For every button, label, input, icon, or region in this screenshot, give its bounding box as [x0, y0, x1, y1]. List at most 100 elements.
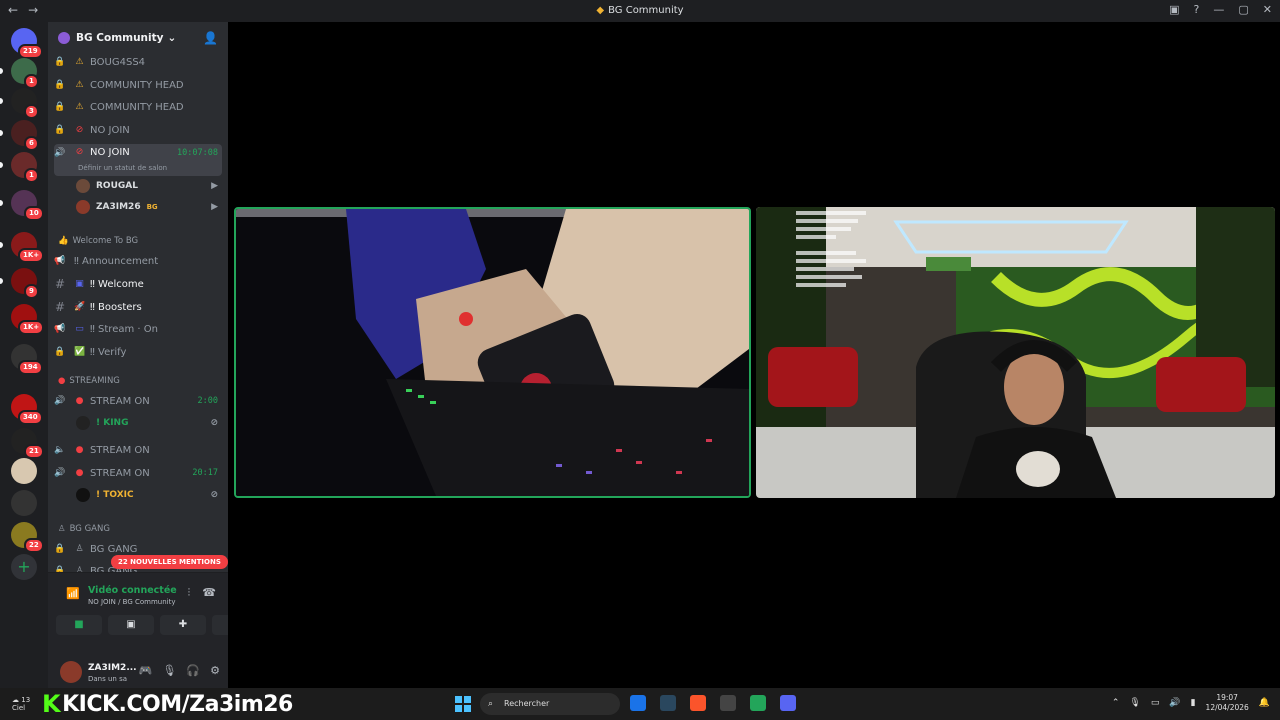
voice-location[interactable]: NO JOIN / BG Community: [88, 598, 176, 606]
signal-icon[interactable]: 📶: [66, 587, 80, 600]
chevron-down-icon: ⌄: [167, 32, 177, 44]
channel-welcome[interactable]: # ▣ ‼ Welcome: [54, 274, 222, 294]
volume-icon[interactable]: 🔊: [1169, 698, 1180, 708]
channel-status-prompt[interactable]: Définir un statut de salon: [78, 164, 167, 172]
warning-icon: ⚠: [75, 56, 84, 67]
help-icon[interactable]: ?: [1194, 3, 1200, 16]
channel-boug4ss4[interactable]: 🔒 ⚠ BOUG4SS4: [54, 52, 222, 72]
unread-badge: 21: [24, 444, 44, 459]
notification-icon[interactable]: 🔔: [1259, 698, 1270, 708]
user-name[interactable]: ZA3IM2...: [88, 663, 137, 673]
user-status: Dans un sa: [88, 675, 128, 683]
channel-stream-on-3[interactable]: 🔊 ● STREAM ON 20:17: [54, 463, 222, 483]
channel-boosters[interactable]: # 🚀 ‼ Boosters: [54, 297, 222, 317]
disconnect-icon[interactable]: ☎: [202, 586, 216, 600]
user-name: ROUGAL: [96, 181, 138, 191]
gamepad-icon[interactable]: 🎮: [139, 664, 153, 677]
voice-user[interactable]: ! KING ⊘: [76, 413, 222, 433]
channel-announcement[interactable]: 📢 ‼ Announcement: [54, 251, 222, 271]
soundboard-button[interactable]: ✦: [212, 615, 228, 635]
microphone-icon[interactable]: 🎙: [162, 664, 176, 677]
unread-badge: 1K+: [18, 248, 45, 263]
weather-temp: 13: [21, 696, 31, 704]
headphones-icon[interactable]: 🎧: [186, 664, 200, 677]
pinned-apps: [630, 695, 796, 711]
category-streaming[interactable]: ● STREAMING: [58, 376, 120, 386]
xbox-icon[interactable]: [750, 695, 766, 711]
channel-stream-on-1[interactable]: 🔊 ● STREAM ON 2:00: [54, 391, 222, 411]
category-welcome[interactable]: 👍 Welcome To BG: [58, 236, 138, 246]
unread-badge: 6: [24, 136, 39, 151]
user-name: ZA3IM26: [96, 202, 141, 212]
channel-label: ‼ Stream · On: [90, 323, 158, 335]
category-label: Welcome To BG: [72, 236, 139, 246]
channel-label: STREAM ON: [90, 467, 150, 479]
category-label: BG GANG: [69, 524, 110, 534]
channel-no-join[interactable]: 🔒 ⊘ NO JOIN: [54, 120, 222, 140]
edge-icon[interactable]: [630, 695, 646, 711]
channel-no-join-active[interactable]: 🔊 ⊘ NO JOIN 10:07:08 Définir un statut d…: [54, 144, 222, 176]
voice-status[interactable]: Vidéo connectée: [88, 585, 177, 596]
channel-label: COMMUNITY HEAD: [90, 101, 184, 113]
avatar[interactable]: [60, 661, 82, 683]
voice-timer: 10:07:08: [177, 148, 218, 158]
microphone-icon[interactable]: 🎙: [1129, 698, 1140, 708]
add-server-button[interactable]: +: [11, 554, 37, 580]
weather-widget[interactable]: ☁ 13 Ciel: [12, 696, 30, 712]
camera-icon: ▶: [211, 202, 218, 212]
camera-button[interactable]: ■: [56, 615, 102, 635]
channel-community-head[interactable]: 🔒 ⚠ COMMUNITY HEAD: [54, 75, 222, 95]
server-icon-server-13[interactable]: [11, 490, 37, 516]
close-button[interactable]: ✕: [1263, 3, 1272, 16]
channel-community-head[interactable]: 🔒 ⚠ COMMUNITY HEAD: [54, 97, 222, 117]
voice-user[interactable]: ZA3IM26 BG ▶: [76, 197, 222, 217]
invite-icon[interactable]: 👤: [203, 31, 218, 45]
camera-icon: ▶: [211, 181, 218, 191]
channel-stream-on[interactable]: 📢 ▭ ‼ Stream · On: [54, 319, 222, 339]
red-circle-icon: ●: [75, 444, 84, 455]
inbox-icon[interactable]: ▣: [1169, 3, 1179, 16]
guild-header[interactable]: BG Community ⌄ 👤: [48, 22, 228, 54]
screen-share-button[interactable]: ▣: [108, 615, 154, 635]
discord-icon[interactable]: [780, 695, 796, 711]
gear-icon[interactable]: ⚙: [210, 664, 220, 677]
figure-icon: ♙: [58, 524, 66, 534]
window-title: BG Community: [608, 5, 684, 16]
steam-icon[interactable]: [660, 695, 676, 711]
new-mentions-pill[interactable]: 22 NOUVELLES MENTIONS: [111, 555, 228, 569]
channel-sidebar: BG Community ⌄ 👤 🔒 ⚠ BOUG4SS4 🔒 ⚠ COMMUNITY …: [48, 22, 228, 688]
channel-verify[interactable]: 🔒 ✅ ‼ Verify: [54, 342, 222, 362]
muted-icon: ⊘: [210, 490, 218, 500]
hash-icon: #: [54, 277, 66, 291]
clock[interactable]: 19:07 12/04/2026: [1206, 693, 1249, 713]
soundboard-icon[interactable]: ⫶: [188, 586, 191, 600]
battery-icon[interactable]: ▮: [1191, 698, 1196, 708]
server-icon: ◆: [596, 5, 605, 16]
minimize-button[interactable]: —: [1213, 3, 1224, 16]
user-panel: ZA3IM2... Dans un sa 🎮 🎙 🎧 ⚙: [48, 654, 228, 688]
activities-button[interactable]: ✚: [160, 615, 206, 635]
category-bg-gang[interactable]: ♙ BG GANG: [58, 524, 110, 534]
channel-label: ‼ Boosters: [90, 301, 142, 313]
channel-stream-on-2[interactable]: 🔈 ● STREAM ON: [54, 440, 222, 460]
server-icon-server-12[interactable]: [11, 458, 37, 484]
chevron-up-icon[interactable]: ⌃: [1112, 698, 1120, 708]
video-tile-camera[interactable]: [234, 207, 751, 498]
windows-start-icon[interactable]: [455, 696, 471, 712]
maximize-button[interactable]: ▢: [1238, 3, 1248, 16]
chatgpt-icon[interactable]: [720, 695, 736, 711]
unread-badge: 194: [18, 360, 43, 375]
speaker-icon: 🔊: [54, 148, 66, 158]
video-tile-stream[interactable]: [756, 207, 1275, 498]
channel-label: STREAM ON: [90, 395, 150, 407]
taskbar-search[interactable]: ⌕ Rechercher: [480, 693, 620, 715]
voice-user[interactable]: ROUGAL ▶: [76, 176, 222, 196]
voice-user[interactable]: ! TOXIC ⊘: [76, 485, 222, 505]
brave-icon[interactable]: [690, 695, 706, 711]
search-label: Rechercher: [504, 699, 550, 708]
network-icon[interactable]: ▭: [1151, 698, 1160, 708]
avatar: [76, 179, 90, 193]
no-entry-icon: ⊘: [75, 147, 84, 157]
title-bar: ← → ◆ BG Community ▣ ? — ▢ ✕: [0, 0, 1280, 22]
unread-pill: [0, 242, 3, 248]
